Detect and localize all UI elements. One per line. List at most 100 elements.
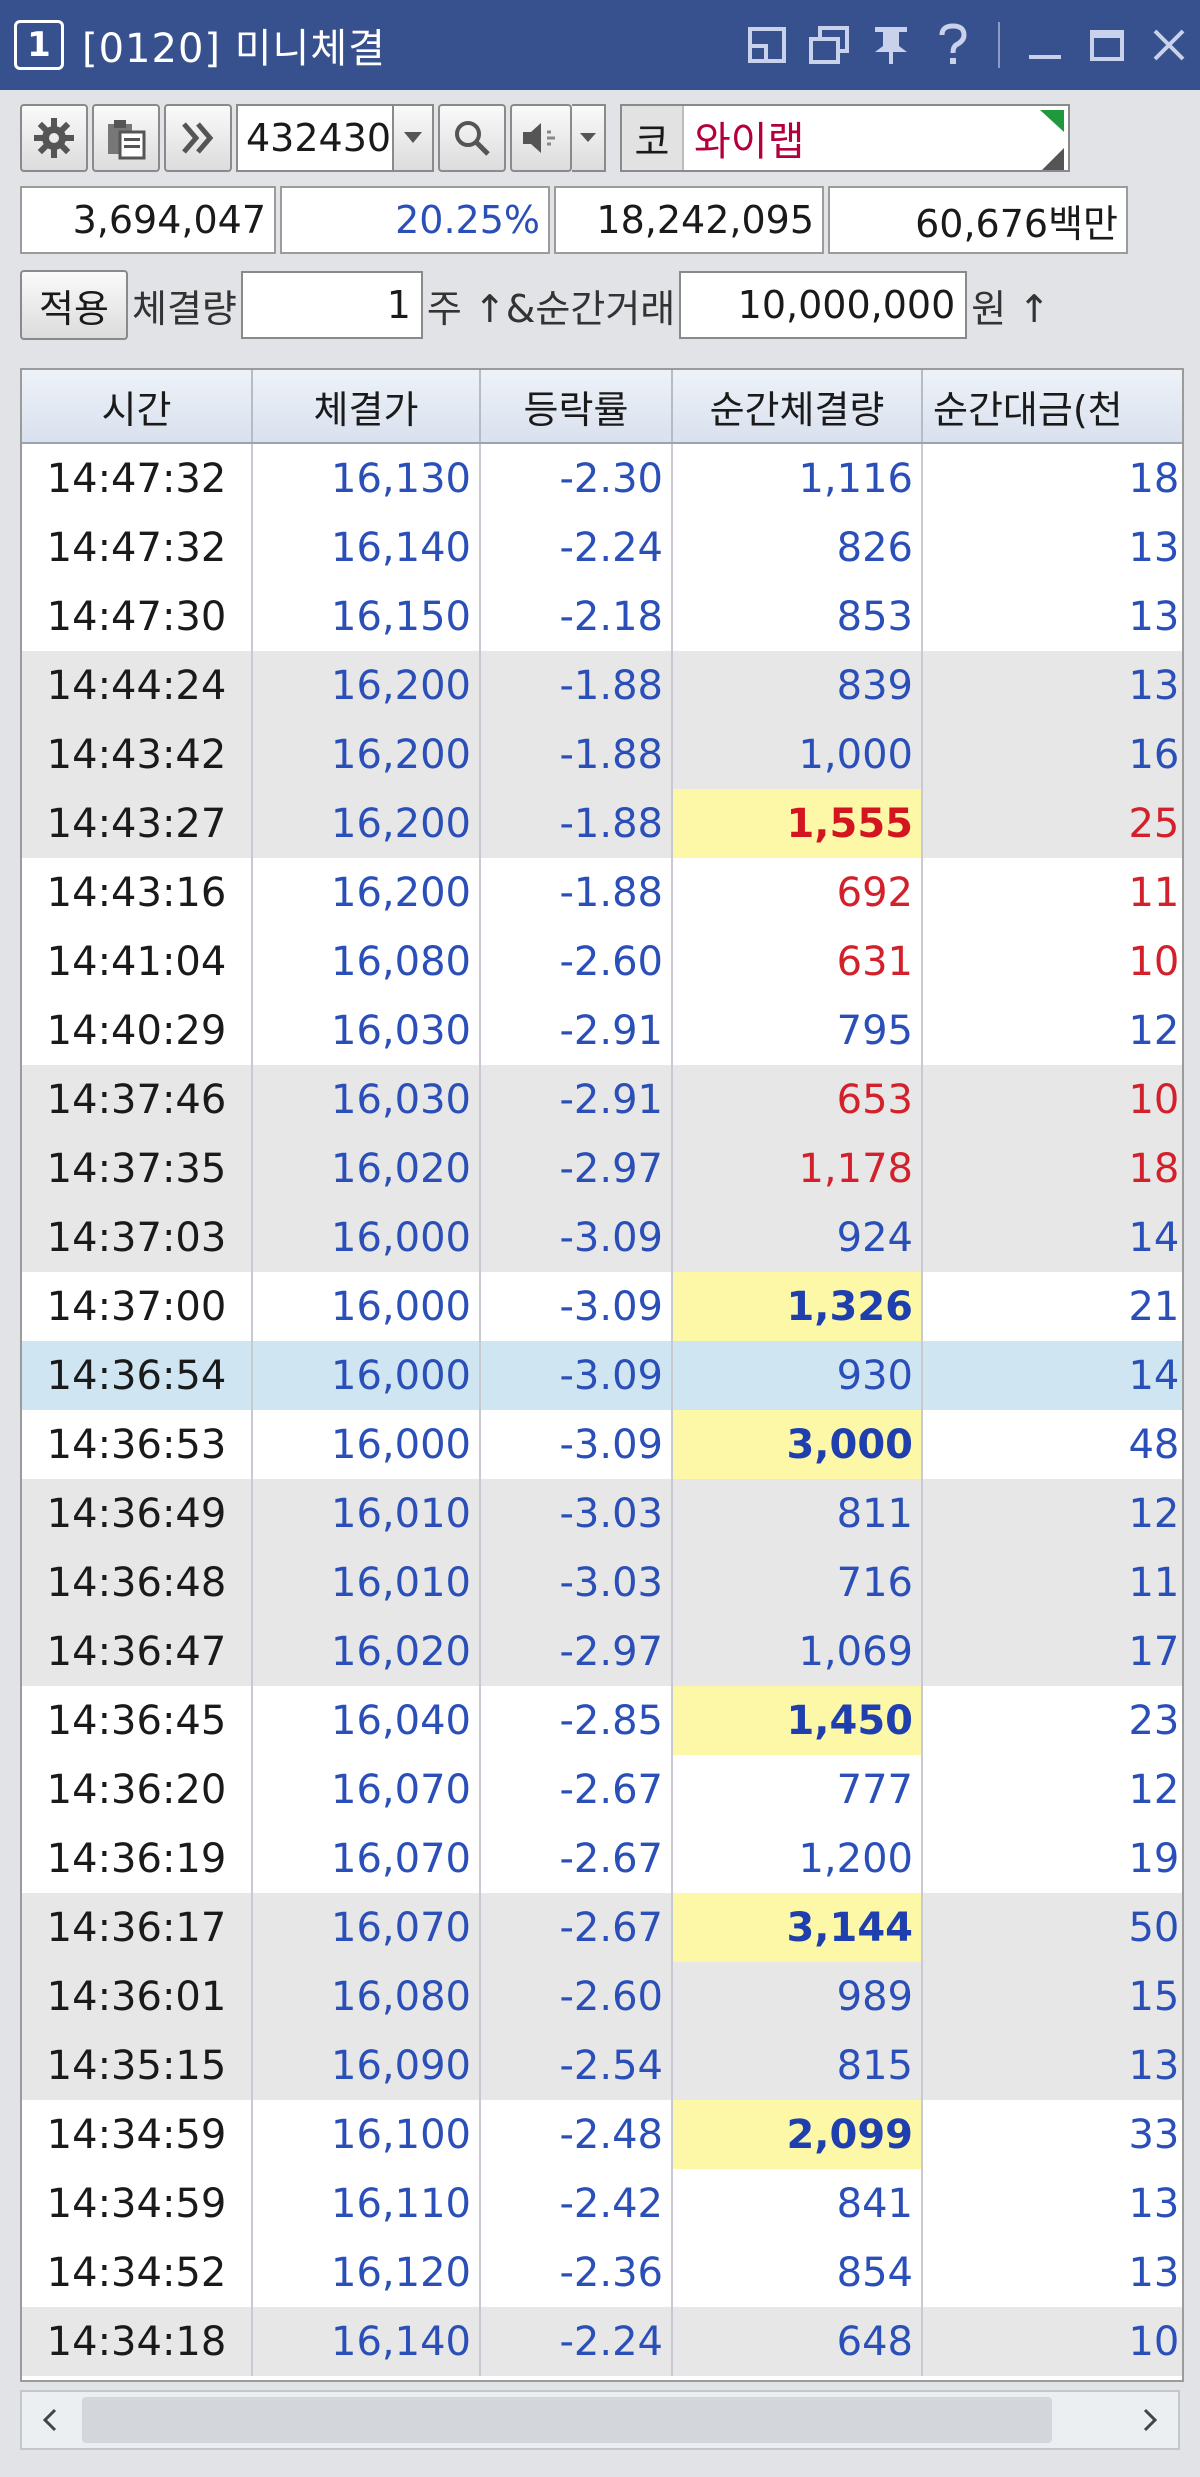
close-icon[interactable] [1138,0,1200,90]
cell-qty: 841 [672,2169,923,2238]
table-row[interactable]: 14:36:0116,080-2.6098915,90 [22,1962,1182,2031]
table-row[interactable]: 14:47:3216,140-2.2482613,33 [22,513,1182,582]
minimize-icon[interactable] [1014,0,1076,90]
cell-price: 16,140 [252,513,481,582]
cell-price: 16,070 [252,1824,481,1893]
table-row[interactable]: 14:43:1616,200-1.8869211,21 [22,858,1182,927]
table-row[interactable]: 14:41:0416,080-2.6063110,14 [22,927,1182,996]
table-row[interactable]: 14:36:1716,070-2.673,14450,52 [22,1893,1182,1962]
cell-rate: -2.54 [480,2031,673,2100]
qty-input[interactable]: 1 [240,271,423,339]
table-row[interactable]: 14:34:5216,120-2.3685413,76 [22,2238,1182,2307]
cell-qty: 1,200 [672,1824,923,1893]
table-row[interactable]: 14:47:3216,130-2.301,11618,00 [22,443,1182,513]
table-row[interactable]: 14:40:2916,030-2.9179512,74 [22,996,1182,1065]
table-row[interactable]: 14:36:2016,070-2.6777712,48 [22,1755,1182,1824]
sound-dropdown[interactable] [572,104,606,172]
scroll-thumb[interactable] [82,2397,1052,2443]
trade-grid[interactable]: 시간 체결가 등락률 순간체결량 순간대금(천 14:47:32 16,130 -2… [20,368,1184,2382]
cell-rate: -3.09 [480,1272,673,1341]
scroll-right-icon[interactable] [1122,2392,1178,2448]
maximize-icon[interactable] [1076,0,1138,90]
cell-time: 14:43:16 [22,858,253,927]
gear-icon [34,118,74,158]
cell-rate: -2.36 [480,2238,673,2307]
cell-price: 16,200 [252,789,481,858]
cell-time: 14:44:24 [22,651,253,720]
cell-rate: -3.09 [480,1203,673,1272]
table-row[interactable]: 14:35:1516,090-2.5481513,11 [22,2031,1182,2100]
cell-time: 14:37:00 [22,1272,253,1341]
cell-amount: 10,14 [922,927,1182,996]
table-row[interactable]: 14:34:1816,140-2.2464810,45 [22,2307,1182,2376]
cell-rate: -2.24 [480,513,673,582]
cell-amount: 12,98 [922,1479,1182,1548]
cell-price: 16,030 [252,996,481,1065]
horizontal-scrollbar[interactable] [20,2390,1180,2450]
cell-time: 14:47:30 [22,582,253,651]
cell-qty: 853 [672,582,923,651]
cell-rate: -2.67 [480,1755,673,1824]
expand-button[interactable] [164,104,232,172]
table-header: 시간 체결가 등락률 순간체결량 순간대금(천 [22,370,1182,444]
table-row[interactable]: 14:34:5916,100-2.482,09933,79 [22,2100,1182,2169]
table-row[interactable]: 14:36:4816,010-3.0371611,46 [22,1548,1182,1617]
header-price[interactable]: 체결가 [252,370,481,444]
cell-time: 14:36:48 [22,1548,253,1617]
header-rate[interactable]: 등락률 [480,370,673,444]
stock-code-input[interactable]: 432430 [236,104,394,172]
scroll-left-icon[interactable] [22,2392,78,2448]
cell-qty: 631 [672,927,923,996]
table-row[interactable]: 14:47:3016,150-2.1885313,77 [22,582,1182,651]
table-row[interactable]: 14:34:5916,110-2.4284113,54 [22,2169,1182,2238]
table-row[interactable]: 14:36:4516,040-2.851,45023,25 [22,1686,1182,1755]
header-amount[interactable]: 순간대금(천 [922,370,1182,444]
cell-amount: 12,74 [922,996,1182,1065]
cell-amount: 11,21 [922,858,1182,927]
table-row[interactable]: 14:44:2416,200-1.8883913,59 [22,651,1182,720]
table-row[interactable]: 14:37:4616,030-2.9165310,46 [22,1065,1182,1134]
amount-input[interactable]: 10,000,000 [679,271,968,339]
table-row[interactable]: 14:36:4916,010-3.0381112,98 [22,1479,1182,1548]
table-row[interactable]: 14:36:5316,000-3.093,00048,00 [22,1410,1182,1479]
table-row[interactable]: 14:36:5416,000-3.0993014,88 [22,1341,1182,1410]
layout-icon[interactable] [736,0,798,90]
cell-rate: -2.30 [480,443,673,513]
cell-time: 14:43:42 [22,720,253,789]
header-time[interactable]: 시간 [22,370,253,444]
cell-time: 14:36:54 [22,1341,253,1410]
table-row[interactable]: 14:37:3516,020-2.971,17818,87 [22,1134,1182,1203]
amount-unit-label: 원 ↑ [971,286,1051,331]
cell-amount: 13,54 [922,2169,1182,2238]
stock-code-dropdown[interactable] [394,104,434,172]
cell-qty: 777 [672,1755,923,1824]
table-body: 14:47:3216,130-2.301,11618,0014:47:3216,… [22,443,1182,2376]
header-qty[interactable]: 순간체결량 [672,370,923,444]
copy-window-icon[interactable] [798,0,860,90]
table-row[interactable]: 14:36:1916,070-2.671,20019,28 [22,1824,1182,1893]
cell-qty: 1,000 [672,720,923,789]
table-row[interactable]: 14:43:4216,200-1.881,00016,20 [22,720,1182,789]
help-icon[interactable] [922,0,984,90]
cell-time: 14:36:20 [22,1755,253,1824]
summary-row: 3,694,047 20.25% 18,242,095 60,676백만 [20,186,1140,254]
cell-price: 16,130 [252,443,481,513]
apply-button[interactable]: 적용 [20,270,128,340]
stock-name-field[interactable]: 코 와이랩 [620,104,1070,172]
cell-price: 16,150 [252,582,481,651]
cell-qty: 1,116 [672,443,923,513]
table-row[interactable]: 14:37:0016,000-3.091,32621,21 [22,1272,1182,1341]
clipboard-button[interactable] [92,104,160,172]
sound-button[interactable] [510,104,572,172]
cell-qty: 1,178 [672,1134,923,1203]
cell-price: 16,080 [252,927,481,996]
window-number-icon: 1 [14,20,64,70]
pin-icon[interactable] [860,0,922,90]
settings-button[interactable] [20,104,88,172]
cell-amount: 11,46 [922,1548,1182,1617]
table-row[interactable]: 14:43:2716,200-1.881,55525,19 [22,789,1182,858]
table-row[interactable]: 14:36:4716,020-2.971,06917,12 [22,1617,1182,1686]
cell-price: 16,000 [252,1410,481,1479]
search-button[interactable] [438,104,506,172]
table-row[interactable]: 14:37:0316,000-3.0992414,78 [22,1203,1182,1272]
